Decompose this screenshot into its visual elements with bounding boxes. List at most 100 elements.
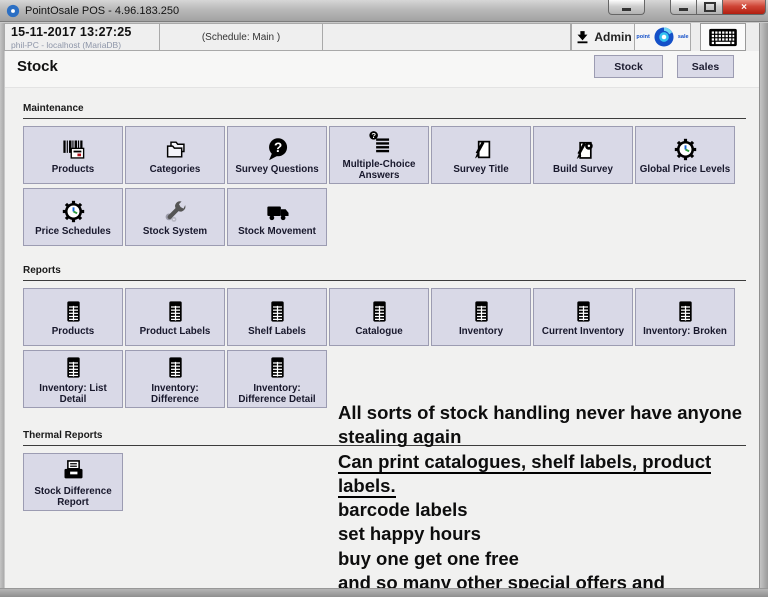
tile-label: Products [52,164,94,175]
promo-note-line: set happy hours [338,522,760,546]
report-icon [264,297,291,325]
maintenance-button-price-schedules[interactable]: Price Schedules [23,188,123,246]
minimize-secondary-button[interactable] [608,0,645,15]
reports-button-inventory[interactable]: Inventory [431,288,531,346]
reports-button-shelf-labels[interactable]: Shelf Labels [227,288,327,346]
report-icon [672,297,699,325]
report-icon [264,354,291,382]
note-pencil-icon [468,135,495,163]
tile-label: Build Survey [553,164,613,175]
maximize-button[interactable] [697,0,722,15]
maximize-icon [704,2,716,12]
titlebar: PointOsale POS - 4.96.183.250 × [0,0,768,22]
maintenance-button-categories[interactable]: Categories [125,126,225,184]
admin-button[interactable]: Admin [571,23,635,51]
reports-button-inventory-broken[interactable]: Inventory: Broken [635,288,735,346]
page-header: Stock Stock Sales [5,51,760,88]
maintenance-button-multiple-choice-answers[interactable]: ?Multiple-Choice Answers [329,126,429,184]
maintenance-button-stock-movement[interactable]: Stock Movement [227,188,327,246]
section-reports: Reports Products Product Labels Shelf Labe… [23,260,746,408]
report-icon [60,354,87,382]
datetime-panel: 15-11-2017 13:27:25 phil-PC - localhost … [4,23,160,51]
reports-button-inventory-difference-detail[interactable]: Inventory: Difference Detail [227,350,327,408]
window-frame-right [759,23,768,597]
reports-button-row: Inventory: List Detail Inventory: Differe… [23,350,746,408]
section-label: Thermal Reports [23,430,102,441]
admin-label: Admin [594,30,631,44]
minimize-icon [622,8,631,11]
wrench-gears-icon [162,197,189,225]
maintenance-button-row: Price Schedules Stock System Stock Movemen… [23,188,746,246]
maintenance-button-survey-questions[interactable]: ? Survey Questions [227,126,327,184]
window-controls: × [608,0,766,18]
maintenance-button-global-price-levels[interactable]: Global Price Levels [635,126,735,184]
reports-button-current-inventory[interactable]: Current Inventory [533,288,633,346]
header-spacer [323,23,571,51]
promo-note-line: buy one get one free [338,547,760,571]
tile-label: Products [52,326,94,337]
tile-label: Inventory: List Detail [26,383,120,405]
reports-button-products[interactable]: Products [23,288,123,346]
tile-label: Global Price Levels [640,164,730,175]
reports-button-inventory-list-detail[interactable]: Inventory: List Detail [23,350,123,408]
maintenance-button-survey-title[interactable]: Survey Title [431,126,531,184]
nav-sales-button[interactable]: Sales [677,55,734,78]
pointosale-logo: point sale [635,23,691,51]
svg-text:?: ? [273,139,281,154]
cog-clock-icon [672,135,699,163]
tile-label: Product Labels [140,326,211,337]
tile-label: Categories [150,164,201,175]
pointosale-donut-icon [651,24,677,50]
promo-note-line: and so many other special offers and pro… [338,571,760,589]
reports-button-row: Products Product Labels Shelf Labels Catalo… [23,288,746,346]
promo-note-line: All sorts of stock handling never have a… [338,401,760,425]
tile-label: Stock Difference Report [26,486,120,508]
maintenance-button-products[interactable]: Products [23,126,123,184]
tile-label: Inventory [459,326,503,337]
logo-text-right: sale [678,34,689,40]
note-pencil-gear-icon [570,135,597,163]
section-label: Reports [23,265,61,276]
tile-label: Survey Questions [235,164,318,175]
app-logo-icon [6,4,20,18]
tile-label: Stock System [143,226,207,237]
tile-label: Inventory: Difference Detail [230,383,324,405]
window-frame-bottom [0,588,768,597]
reports-button-inventory-difference[interactable]: Inventory: Difference [125,350,225,408]
printer-icon [60,457,87,485]
schedule-panel: (Schedule: Main ) [160,23,323,51]
report-icon [162,354,189,382]
cog-clock-icon [60,197,87,225]
host-text: phil-PC - localhost (MariaDB) [11,40,155,50]
keyboard-button[interactable] [700,23,746,51]
tile-label: Catalogue [355,326,402,337]
report-icon [162,297,189,325]
nav-stock-button[interactable]: Stock [594,55,663,78]
promo-notes: All sorts of stock handling never have a… [338,401,760,589]
svg-text:?: ? [371,131,376,140]
header-bar: 15-11-2017 13:27:25 phil-PC - localhost … [4,23,760,51]
minimize-button[interactable] [670,0,697,15]
report-icon [366,297,393,325]
tile-label: Survey Title [453,164,508,175]
datetime-text: 15-11-2017 13:27:25 [11,25,155,39]
reports-button-product-labels[interactable]: Product Labels [125,288,225,346]
window-title: PointOsale POS - 4.96.183.250 [25,5,179,17]
maintenance-button-row: Products Categories? Survey Questions ?Mult… [23,126,746,184]
close-button[interactable]: × [722,0,766,15]
thermal-button-stock-difference-report[interactable]: Stock Difference Report [23,453,123,511]
truck-icon [264,197,291,225]
tile-label: Inventory: Difference [128,383,222,405]
maintenance-button-build-survey[interactable]: Build Survey [533,126,633,184]
tile-label: Inventory: Broken [643,326,727,337]
tile-label: Stock Movement [238,226,316,237]
download-icon [574,29,591,46]
reports-button-catalogue[interactable]: Catalogue [329,288,429,346]
maintenance-button-stock-system[interactable]: Stock System [125,188,225,246]
logo-text-left: point [636,34,649,40]
question-bubble-icon: ? [264,135,291,163]
tile-label: Shelf Labels [248,326,306,337]
barcode-icon [60,135,87,163]
list-question-icon: ? [366,130,393,158]
tile-label: Current Inventory [542,326,624,337]
